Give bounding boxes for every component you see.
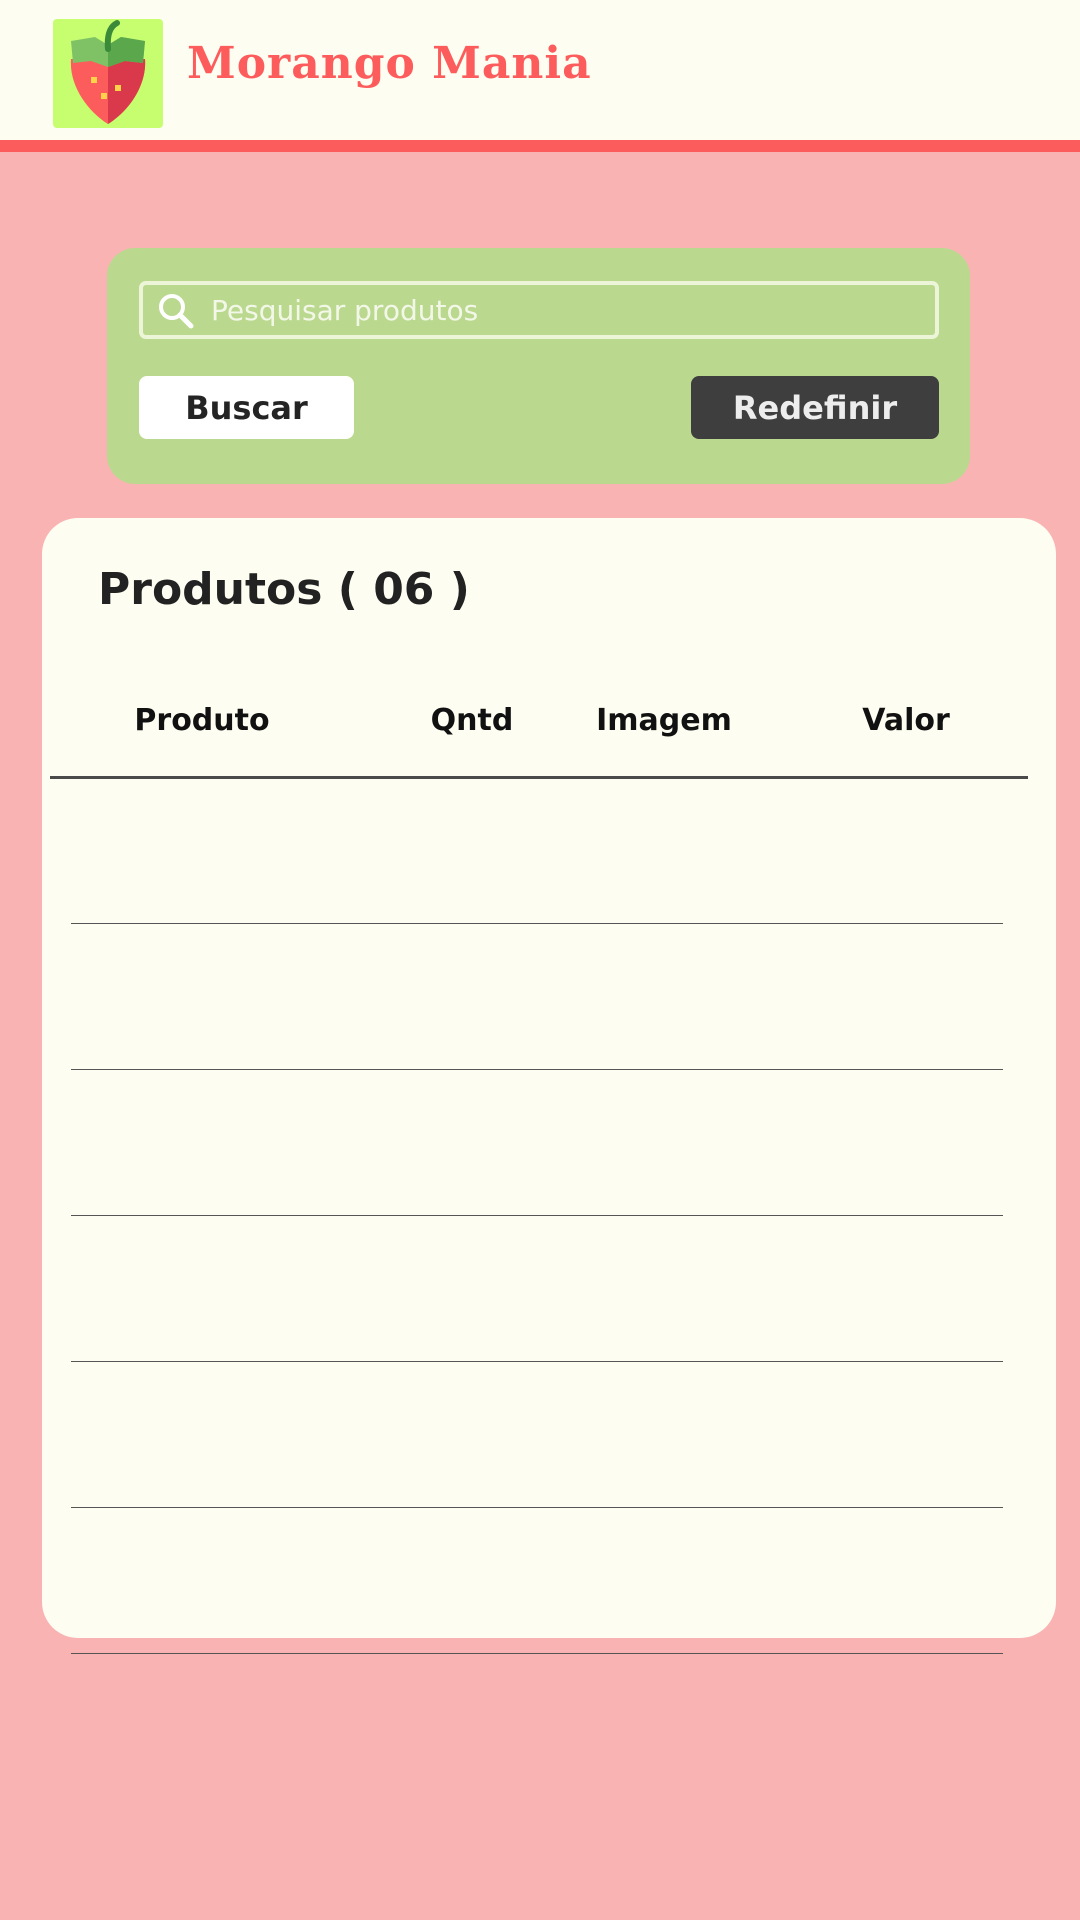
search-input[interactable] xyxy=(211,285,931,335)
brand-name: Morango Mania xyxy=(187,38,592,89)
search-icon xyxy=(159,294,194,329)
column-header-qntd: Qntd xyxy=(430,703,514,738)
table-row xyxy=(71,779,1003,924)
logo[interactable] xyxy=(53,19,163,128)
column-header-produto: Produto xyxy=(134,703,270,738)
products-card: Produtos ( 06 ) Produto Qntd Imagem Valo… xyxy=(42,518,1056,1654)
products-title: Produtos ( 06 ) xyxy=(98,564,470,615)
table-row xyxy=(71,925,1003,1070)
strawberry-icon xyxy=(70,20,146,124)
search-button[interactable]: Buscar xyxy=(139,376,354,439)
search-field[interactable] xyxy=(139,281,939,339)
reset-button[interactable]: Redefinir xyxy=(691,376,939,439)
search-panel: Buscar Redefinir xyxy=(107,248,970,484)
table-row xyxy=(71,1363,1003,1508)
table-row xyxy=(71,1217,1003,1362)
table-row xyxy=(71,1509,1003,1654)
table-row xyxy=(71,1071,1003,1216)
column-header-valor: Valor xyxy=(862,703,950,738)
app-header: Morango Mania xyxy=(0,0,1080,152)
column-header-imagem: Imagem xyxy=(596,703,732,738)
